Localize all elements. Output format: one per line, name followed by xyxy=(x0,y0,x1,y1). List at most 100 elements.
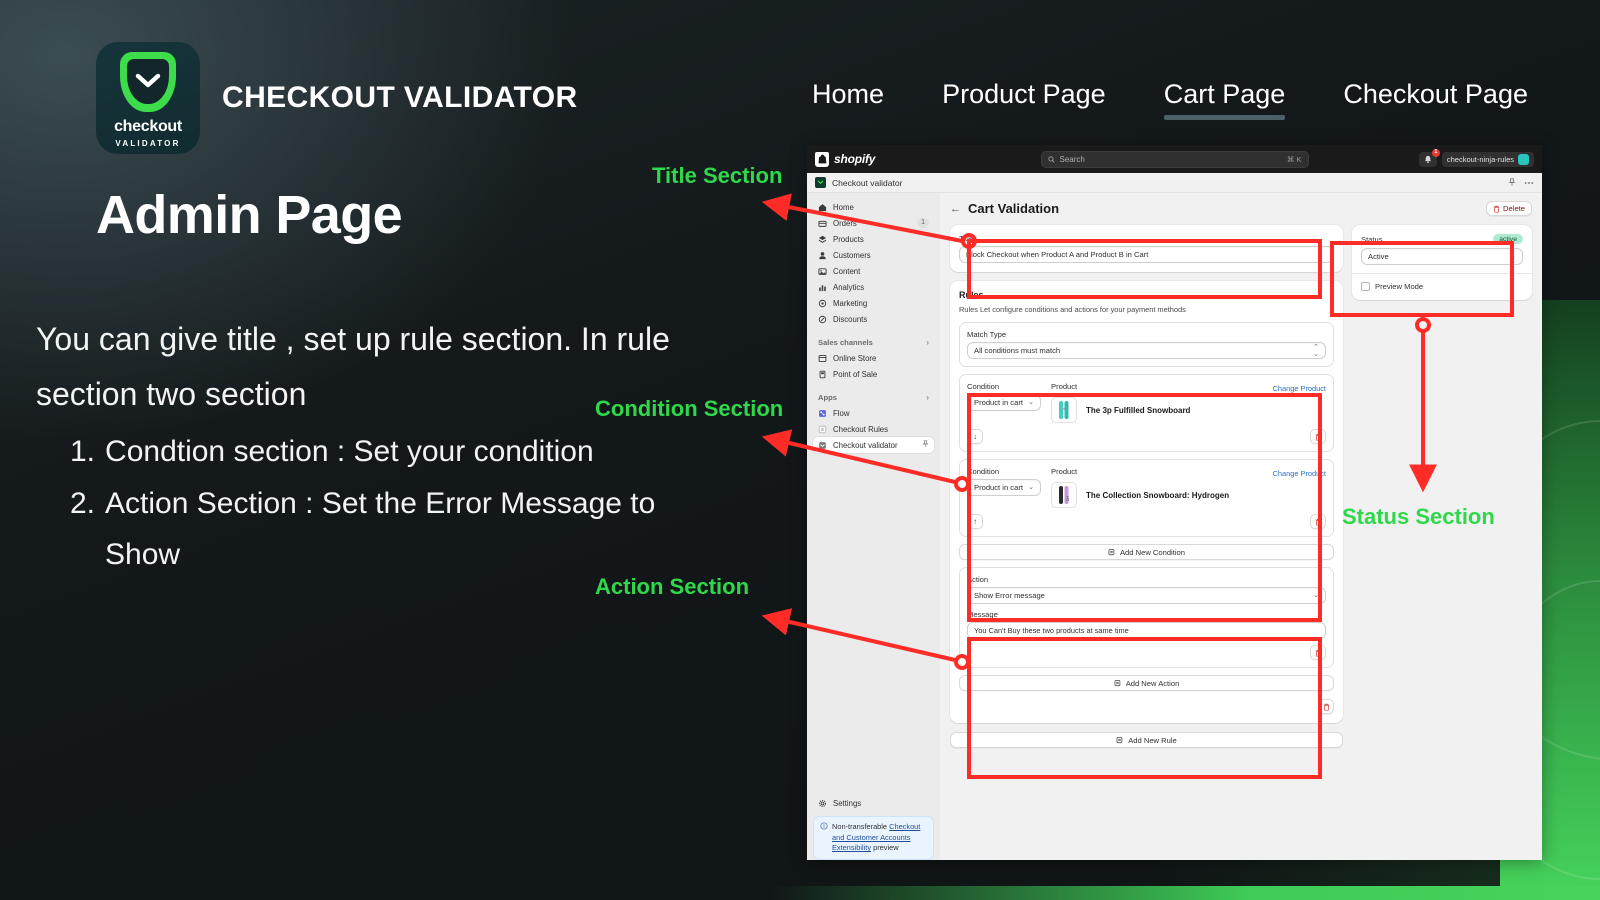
status-badge: active xyxy=(1493,234,1523,244)
add-new-condition-label: Add New Condition xyxy=(1119,547,1185,557)
sidebar-item-checkout-validator[interactable]: Checkout validator xyxy=(813,437,934,453)
shopify-bag-icon xyxy=(815,151,829,167)
trash-icon xyxy=(1493,205,1500,212)
sidebar-label: Products xyxy=(833,234,864,244)
ellipsis-icon[interactable] xyxy=(1524,181,1534,185)
arrow-down-icon[interactable]: ↓ xyxy=(967,429,983,444)
preview-mode-checkbox[interactable]: Preview Mode xyxy=(1361,282,1523,291)
add-new-rule-button[interactable]: Add New Rule xyxy=(950,732,1343,748)
change-product-link[interactable]: Change Product xyxy=(1273,469,1326,478)
condition-label: Condition xyxy=(967,382,1000,391)
nav-item-checkout-page[interactable]: Checkout Page xyxy=(1343,79,1528,120)
nav-label: Product Page xyxy=(942,78,1106,109)
action-select[interactable]: Show Error message ⌄ xyxy=(967,587,1326,604)
add-new-action-button[interactable]: Add New Action xyxy=(959,675,1334,691)
title-card: Title Block Checkout when Product A and … xyxy=(950,225,1343,272)
product-name: The 3p Fulfilled Snowboard xyxy=(1086,405,1191,415)
condition-label: Condition xyxy=(967,467,1000,476)
customers-icon xyxy=(818,251,827,260)
sidebar-item-discounts[interactable]: Discounts xyxy=(813,311,934,327)
app-logo: checkout VALIDATOR xyxy=(96,42,200,154)
sidebar-item-marketing[interactable]: Marketing xyxy=(813,295,934,311)
sidebar-item-home[interactable]: Home xyxy=(813,199,934,215)
condition-select[interactable]: Product in cart ⌄ xyxy=(967,479,1041,496)
gear-icon xyxy=(818,799,827,808)
sidebar-label: Orders xyxy=(833,218,857,228)
match-type-label: Match Type xyxy=(967,330,1007,339)
nav-label: Checkout Page xyxy=(1343,78,1528,109)
list-item: 1. Condtion section : Set your condition xyxy=(36,426,676,478)
trash-icon[interactable] xyxy=(1318,699,1334,714)
flow-icon xyxy=(818,409,827,418)
sidebar-info-banner: Non-transferable Checkout and Customer A… xyxy=(813,815,934,860)
nav-item-product-page[interactable]: Product Page xyxy=(942,79,1106,120)
shopify-admin-screenshot: shopify Search ⌘ K 1 checkout-ninja-rule… xyxy=(807,145,1542,860)
sidebar-item-products[interactable]: Products xyxy=(813,231,934,247)
condition-value: Product in cart xyxy=(974,398,1023,407)
sidebar-group-sales-channels[interactable]: Sales channels › xyxy=(813,334,934,350)
pin-icon[interactable] xyxy=(922,440,929,450)
sidebar-label: Checkout validator xyxy=(833,440,898,450)
match-type-value: All conditions must match xyxy=(974,346,1061,355)
product-body: The 3p Fulfilled Snowboard xyxy=(1051,397,1326,423)
sidebar-label: Settings xyxy=(833,799,862,809)
sidebar-label: Point of Sale xyxy=(833,369,878,379)
trash-icon[interactable] xyxy=(1310,429,1326,444)
trash-icon[interactable] xyxy=(1310,514,1326,529)
condition-product-col: Product Change Product H2 The Collection… xyxy=(1051,467,1326,508)
annotation-action-section: Action Section xyxy=(595,574,750,599)
trash-icon[interactable] xyxy=(1310,645,1326,660)
sidebar-item-settings[interactable]: Settings xyxy=(813,796,934,812)
sidebar-item-customers[interactable]: Customers xyxy=(813,247,934,263)
admin-topbar-right: 1 checkout-ninja-rules xyxy=(1418,148,1534,167)
sidebar-item-content[interactable]: Content xyxy=(813,263,934,279)
condition-select[interactable]: Product in cart ⌄ xyxy=(967,394,1041,411)
sidebar-label: Analytics xyxy=(833,282,865,292)
sidebar-label: Checkout Rules xyxy=(833,424,889,434)
store-switcher[interactable]: checkout-ninja-rules xyxy=(1441,151,1534,167)
sidebar-item-checkout-rules[interactable]: S Checkout Rules xyxy=(813,421,934,437)
nav-item-cart-page[interactable]: Cart Page xyxy=(1163,79,1286,120)
pin-icon[interactable] xyxy=(1508,178,1516,187)
match-type-select[interactable]: All conditions must match ⌃ ⌄ xyxy=(967,342,1326,359)
product-thumbnail: H2 xyxy=(1051,482,1077,508)
shield-chevron-down-icon xyxy=(120,52,176,112)
admin-search-input[interactable]: Search ⌘ K xyxy=(1040,150,1309,168)
title-input[interactable]: Block Checkout when Product A and Produc… xyxy=(959,246,1334,263)
add-new-rule-label: Add New Rule xyxy=(1128,735,1177,745)
svg-text:H2: H2 xyxy=(1066,496,1071,502)
add-new-condition-button[interactable]: Add New Condition xyxy=(959,544,1334,560)
sidebar-label: Marketing xyxy=(833,298,868,308)
product-label: Product xyxy=(1051,382,1078,391)
sidebar-label: Content xyxy=(833,266,861,276)
sidebar-item-online-store[interactable]: Online Store xyxy=(813,350,934,366)
sidebar-count: 1 xyxy=(917,218,929,228)
sidebar-group-apps[interactable]: Apps › xyxy=(813,389,934,405)
arrow-left-icon[interactable]: ← xyxy=(950,203,961,215)
delete-button[interactable]: Delete xyxy=(1486,201,1532,216)
sidebar-item-analytics[interactable]: Analytics xyxy=(813,279,934,295)
bell-icon xyxy=(1424,155,1431,163)
action-row: Action Show Error message ⌄ Message You … xyxy=(959,567,1334,668)
rules-card: Rules Rules Let configure conditions and… xyxy=(950,281,1343,723)
action-footer xyxy=(967,645,1326,660)
sidebar-item-orders[interactable]: Orders 1 xyxy=(813,215,934,231)
add-icon xyxy=(1116,737,1123,744)
notifications-button[interactable]: 1 xyxy=(1418,148,1440,167)
checkbox-box xyxy=(1361,282,1370,291)
status-select[interactable]: Active ⌄ xyxy=(1361,248,1523,265)
sidebar-item-flow[interactable]: Flow xyxy=(813,405,934,421)
nav-item-home[interactable]: Home xyxy=(812,79,884,120)
info-icon xyxy=(820,822,828,854)
sidebar-item-point-of-sale[interactable]: Point of Sale xyxy=(813,366,934,382)
change-product-link[interactable]: Change Product xyxy=(1273,384,1326,393)
checkout-validator-icon xyxy=(818,441,827,450)
add-new-action-label: Add New Action xyxy=(1125,678,1180,688)
arrow-up-icon[interactable]: ↑ xyxy=(967,514,983,529)
condition-value: Product in cart xyxy=(974,483,1023,492)
annotation-condition-section: Condition Section xyxy=(595,396,784,421)
condition-product-col: Product Change Product The 3p Fulfilled … xyxy=(1051,382,1326,423)
sidebar-label: Home xyxy=(833,202,854,212)
message-input[interactable]: You Can't Buy these two products at same… xyxy=(967,622,1326,639)
